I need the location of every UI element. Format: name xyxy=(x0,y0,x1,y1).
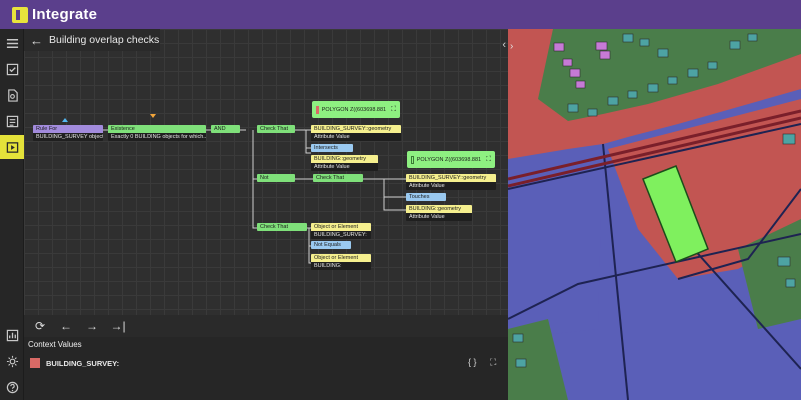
logo-icon xyxy=(12,6,28,23)
node-head: Object or Element xyxy=(311,223,371,231)
node-building-survey-geometry-2[interactable]: BUILDING_SURVEY::geometry Attribute Valu… xyxy=(406,174,496,190)
start-marker-icon xyxy=(62,118,68,122)
map-canvas xyxy=(508,29,801,400)
geometry-popup-1[interactable]: POLYGON Z((603698.881 ⛶ xyxy=(312,101,400,118)
expand-icon[interactable]: ⛶ xyxy=(391,106,396,114)
node-not-equals[interactable]: Not Equals xyxy=(311,241,351,249)
geometry-popup-2[interactable]: POLYGON Z((603698.881 ⛶ xyxy=(407,151,495,168)
list-check-icon[interactable] xyxy=(0,109,24,133)
popup-text: POLYGON Z((603698.881 xyxy=(416,156,482,163)
app-root: Integrate ← Building overlap checks ‹ Ru… xyxy=(0,0,801,400)
context-value-row[interactable]: BUILDING_SURVEY: xyxy=(30,358,119,368)
node-body: BUILDING: xyxy=(311,262,371,270)
node-building-survey-geometry-1[interactable]: BUILDING_SURVEY::geometry Attribute Valu… xyxy=(311,125,401,141)
node-object-or-element-1[interactable]: Object or Element BUILDING_SURVEY: xyxy=(311,223,371,239)
node-body: Attribute Value xyxy=(311,133,401,141)
color-swatch xyxy=(316,105,319,114)
node-connectors xyxy=(62,114,406,264)
back-arrow-icon[interactable]: ← xyxy=(30,33,43,48)
help-icon[interactable] xyxy=(0,375,24,399)
node-head: BUILDING_SURVEY::geometry xyxy=(311,125,401,133)
collapse-panel-icon[interactable]: ‹ xyxy=(502,39,506,51)
expand-panel-icon[interactable]: › xyxy=(510,41,513,52)
menu-icon[interactable] xyxy=(0,31,24,55)
node-check-that-3[interactable]: Check That xyxy=(257,223,307,231)
node-head: BUILDING_SURVEY::geometry xyxy=(406,174,496,182)
rule-editor-canvas[interactable]: ← Building overlap checks ‹ Rule For BUI… xyxy=(24,29,508,315)
node-intersects[interactable]: Intersects xyxy=(311,144,353,152)
node-existence[interactable]: Existence Exactly 0 BUILDING objects for… xyxy=(108,125,206,141)
node-not[interactable]: Not xyxy=(257,174,295,182)
context-title: Context Values xyxy=(28,340,82,349)
node-body: Attribute Value xyxy=(311,163,378,171)
left-rail xyxy=(0,29,24,400)
node-touches[interactable]: Touches xyxy=(406,193,446,201)
color-swatch xyxy=(411,155,414,164)
node-head: AND xyxy=(211,125,240,133)
node-head: BUILDING::geometry xyxy=(311,155,378,163)
logo-text: Integrate xyxy=(32,6,98,23)
previous-arrow-icon[interactable]: ← xyxy=(58,319,74,333)
node-head: BUILDING::geometry xyxy=(406,205,472,213)
node-body: Attribute Value xyxy=(406,182,496,190)
popup-text: POLYGON Z((603698.881 xyxy=(321,106,387,113)
node-head: Check That xyxy=(257,223,307,231)
document-search-icon[interactable] xyxy=(0,83,24,107)
editor-title-bar: ← Building overlap checks xyxy=(24,29,160,51)
node-object-or-element-2[interactable]: Object or Element BUILDING: xyxy=(311,254,371,270)
node-head: Check That xyxy=(257,125,295,133)
play-panel-icon[interactable] xyxy=(0,135,24,159)
node-head: Existence xyxy=(108,125,206,133)
node-body: BUILDING_SURVEY: xyxy=(311,231,371,239)
chart-icon[interactable] xyxy=(0,323,24,347)
step-toolbar: ⟳ ← → →| xyxy=(24,315,508,337)
page-title: Building overlap checks xyxy=(49,34,160,46)
color-swatch xyxy=(30,358,40,368)
top-bar: Integrate xyxy=(0,0,801,29)
node-rule-for[interactable]: Rule For BUILDING_SURVEY objects xyxy=(33,125,103,141)
checklist-icon[interactable] xyxy=(0,57,24,81)
node-body: BUILDING_SURVEY objects xyxy=(33,133,103,141)
map-view[interactable]: › xyxy=(508,29,801,400)
node-head: Object or Element xyxy=(311,254,371,262)
node-check-that-1[interactable]: Check That xyxy=(257,125,295,133)
node-and[interactable]: AND xyxy=(211,125,240,133)
node-check-that-2[interactable]: Check That xyxy=(313,174,363,182)
next-arrow-icon[interactable]: → xyxy=(84,319,100,333)
node-head: Not Equals xyxy=(311,241,351,249)
node-head: Touches xyxy=(406,193,446,201)
node-head: Not xyxy=(257,174,295,182)
node-building-geometry-2[interactable]: BUILDING::geometry Attribute Value xyxy=(406,205,472,221)
node-head: Check That xyxy=(313,174,363,182)
node-building-geometry-1[interactable]: BUILDING::geometry Attribute Value xyxy=(311,155,378,171)
node-body: Attribute Value xyxy=(406,213,472,221)
node-body: Exactly 0 BUILDING objects for which... xyxy=(108,133,206,141)
refresh-icon[interactable]: ⟳ xyxy=(32,319,48,333)
expand-icon[interactable]: ⛶ xyxy=(490,357,496,368)
skip-to-end-icon[interactable]: →| xyxy=(110,319,126,333)
node-head: Intersects xyxy=(311,144,353,152)
warning-marker-icon xyxy=(150,114,156,118)
settings-icon[interactable] xyxy=(0,349,24,373)
context-value-label: BUILDING_SURVEY: xyxy=(46,358,120,368)
node-head: Rule For xyxy=(33,125,103,133)
context-values-panel: Context Values BUILDING_SURVEY: { } ⛶ xyxy=(24,337,508,400)
expand-icon[interactable]: ⛶ xyxy=(486,156,491,164)
braces-icon[interactable]: { } xyxy=(468,357,477,367)
